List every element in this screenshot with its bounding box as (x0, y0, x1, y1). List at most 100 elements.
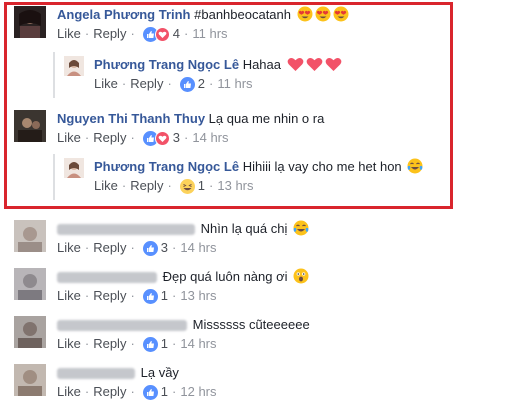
separator: · (172, 384, 177, 399)
comment-text: Hahaa (242, 57, 281, 72)
reply-link[interactable]: Reply (93, 239, 126, 257)
haha-reaction-icon (179, 178, 195, 194)
timestamp[interactable]: 13 hrs (180, 287, 216, 305)
avatar[interactable] (64, 56, 84, 76)
blurred-commenter-name[interactable] (57, 368, 135, 380)
comment: Nguyen Thi Thanh Thuy Lạ qua me nhin o r… (14, 110, 324, 147)
reaction-summary[interactable]: 1 (142, 335, 169, 353)
timestamp[interactable]: 14 hrs (180, 239, 216, 257)
avatar[interactable] (64, 158, 84, 178)
reaction-summary[interactable]: 1 (142, 287, 169, 305)
like-link[interactable]: Like (57, 335, 81, 353)
separator: · (209, 76, 214, 91)
separator: · (84, 130, 90, 145)
avatar[interactable] (14, 364, 46, 396)
separator: · (84, 288, 90, 303)
heart-emoji-icon (325, 57, 342, 76)
reaction-summary[interactable]: 3 (142, 239, 169, 257)
separator: · (130, 288, 135, 303)
avatar[interactable] (14, 6, 46, 38)
commenter-name[interactable]: Phương Trang Ngọc Lê (94, 57, 239, 72)
reaction-count: 1 (160, 288, 169, 303)
like-reaction-icon (179, 76, 195, 92)
separator: · (130, 336, 135, 351)
heart-eyes-emoji-icon (315, 6, 331, 26)
like-link[interactable]: Like (57, 287, 81, 305)
separator: · (130, 384, 135, 399)
like-reaction-icon (142, 288, 158, 304)
reaction-summary[interactable]: 4 (142, 25, 181, 43)
reply-link[interactable]: Reply (93, 25, 126, 43)
commenter-name[interactable]: Phương Trang Ngọc Lê (94, 159, 239, 174)
shocked-face-emoji-icon (293, 268, 309, 288)
love-reaction-icon (154, 130, 170, 146)
like-reaction-icon (142, 336, 158, 352)
comment-text: Hihiii lạ vay cho me het hon (242, 159, 402, 174)
reaction-count: 3 (172, 130, 181, 145)
blurred-commenter-name[interactable] (57, 320, 187, 332)
comment-text: Đẹp quá luôn nàng ơi (162, 269, 288, 284)
separator: · (84, 384, 90, 399)
separator: · (167, 178, 172, 193)
reaction-summary[interactable]: 1 (142, 383, 168, 401)
like-link[interactable]: Like (94, 75, 118, 93)
separator: · (172, 240, 177, 255)
like-link[interactable]: Like (57, 239, 81, 257)
separator: · (84, 240, 90, 255)
love-reaction-icon (154, 26, 170, 42)
heart-eyes-emoji-icon (333, 6, 349, 26)
reply-link[interactable]: Reply (93, 335, 126, 353)
blurred-commenter-name[interactable] (57, 224, 195, 236)
reaction-count: 2 (197, 76, 206, 91)
reaction-summary[interactable]: 2 (179, 75, 206, 93)
avatar[interactable] (14, 316, 46, 348)
comment-text: Missssss cũteeeeee (192, 317, 310, 332)
timestamp[interactable]: 11 hrs (192, 25, 227, 43)
like-reaction-icon (142, 240, 158, 256)
comment-text: Lạ vầy (140, 365, 179, 380)
separator: · (167, 76, 172, 91)
timestamp[interactable]: 14 hrs (192, 129, 228, 147)
reply-link[interactable]: Reply (93, 287, 126, 305)
reaction-summary[interactable]: 1 (179, 177, 206, 195)
comment-text: Nhìn lạ quá chị (200, 221, 288, 236)
avatar[interactable] (14, 268, 46, 300)
tears-of-joy-emoji-icon (293, 220, 309, 240)
like-link[interactable]: Like (57, 129, 81, 147)
separator: · (130, 26, 135, 41)
reaction-count: 4 (172, 26, 181, 41)
reply-link[interactable]: Reply (130, 177, 163, 195)
like-link[interactable]: Like (57, 383, 81, 401)
separator: · (184, 130, 189, 145)
reaction-count: 3 (160, 240, 169, 255)
avatar[interactable] (14, 110, 46, 142)
reaction-count: 1 (197, 178, 206, 193)
commenter-name[interactable]: Angela Phương Trinh (57, 7, 191, 22)
separator: · (172, 336, 177, 351)
reply-thread-line (53, 52, 55, 98)
timestamp[interactable]: 11 hrs (217, 75, 252, 93)
reply-thread-line (53, 154, 55, 200)
comment: Missssss cũteeeeee Like · Reply · 1 · 14… (14, 316, 310, 353)
timestamp[interactable]: 14 hrs (180, 335, 216, 353)
reply-link[interactable]: Reply (93, 383, 126, 401)
timestamp[interactable]: 13 hrs (217, 177, 253, 195)
separator: · (209, 178, 214, 193)
heart-eyes-emoji-icon (297, 6, 313, 26)
heart-emoji-icon (287, 57, 304, 76)
reply-link[interactable]: Reply (93, 129, 126, 147)
blurred-commenter-name[interactable] (57, 272, 157, 284)
like-link[interactable]: Like (57, 25, 81, 43)
like-link[interactable]: Like (94, 177, 118, 195)
avatar[interactable] (14, 220, 46, 252)
reply-comment: Phương Trang Ngọc Lê Hihiii lạ vay cho m… (64, 158, 423, 195)
reaction-count: 1 (160, 336, 169, 351)
separator: · (184, 26, 189, 41)
reaction-summary[interactable]: 3 (142, 129, 181, 147)
comment: Angela Phương Trinh #banhbeocatanh Like … (14, 6, 349, 43)
commenter-name[interactable]: Nguyen Thi Thanh Thuy (57, 111, 205, 126)
timestamp[interactable]: 12 hrs (180, 383, 216, 401)
reply-link[interactable]: Reply (130, 75, 163, 93)
separator: · (130, 130, 135, 145)
separator: · (130, 240, 135, 255)
